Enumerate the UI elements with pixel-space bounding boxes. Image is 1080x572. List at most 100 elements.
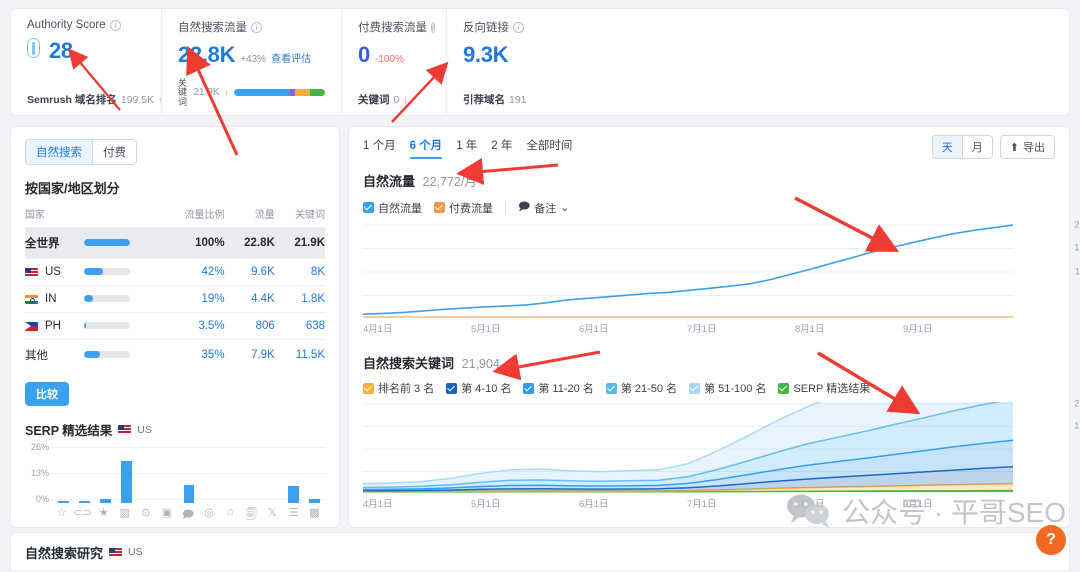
export-icon: ⬆ [1009, 141, 1019, 154]
link-icon[interactable]: ⊂⊃ [72, 506, 93, 525]
keywords-value[interactable]: 8K [274, 258, 325, 286]
table-row[interactable]: 全世界 100% 22.8K 21.9K [25, 227, 325, 259]
legend-11-20-label: 第 11-20 名 [538, 383, 594, 395]
range-6-months[interactable]: 6 个月 [409, 137, 443, 159]
traffic-value[interactable]: 806 [224, 312, 275, 340]
traffic-value[interactable]: 4.4K [224, 285, 275, 313]
legend-serp-features[interactable]: SERP 精选结果 [778, 380, 870, 396]
export-button[interactable]: ⬆ 导出 [999, 135, 1055, 159]
paid-traffic-value-row: 0 -100% [358, 42, 430, 68]
organic-traffic-chart-label: 自然流量 [363, 174, 416, 189]
paid-traffic-title: 付费搜索流量 i [358, 19, 435, 35]
compare-button[interactable]: 比较 [25, 382, 69, 406]
video-icon[interactable]: ⊙ [135, 506, 156, 525]
country-name: PH [45, 320, 61, 332]
flag-us-icon [118, 425, 132, 434]
view-estimate-link[interactable]: 查看评估 [271, 50, 311, 65]
info-icon[interactable]: i [513, 21, 524, 33]
organic-keywords-area-chart[interactable]: 21.9K 16.4K 11K 5.5K 0 4月1日 5月1日 6月1日 7月… [363, 399, 1080, 510]
traffic-share-pct: 35% [159, 339, 225, 370]
legend-top3[interactable]: 排名前 3 名 [363, 380, 434, 396]
organic-research-title: 自然搜索研究 [25, 545, 104, 561]
authority-score-card: Authority Score i 28 Semrush 域名排名 199.5K… [11, 9, 163, 115]
legend-organic-traffic[interactable]: 自然流量 [363, 200, 422, 216]
x-tick: 6月1日 [579, 324, 609, 335]
organic-research-country: US [128, 546, 143, 558]
traffic-value: 22.8K [224, 227, 275, 259]
country-distribution-panel: 自然搜索 付费 按国家/地区划分 国家 流量比例 流量 关键词 全世界 100%… [10, 126, 340, 559]
legend-4-10-label: 第 4-10 名 [461, 383, 512, 395]
table-row[interactable]: US 42% 9.6K 8K [25, 258, 325, 286]
traffic-share-pct: 19% [159, 285, 225, 313]
people-also-ask-icon[interactable]: ☰ [283, 506, 304, 525]
tab-paid[interactable]: 付费 [93, 140, 136, 164]
paid-traffic-label: 付费搜索流量 [358, 22, 427, 34]
traffic-value[interactable]: 9.6K [224, 258, 275, 286]
backlinks-card: 反向链接 i 9.3K 引荐域名 191 [446, 9, 566, 115]
image-carousel-icon[interactable]: ▩ [304, 506, 325, 525]
knowledge-panel-icon[interactable]: ⌂ [220, 506, 241, 525]
keywords-value[interactable]: 1.8K [274, 285, 325, 313]
keywords-value[interactable]: 638 [274, 312, 325, 340]
legend-51-100[interactable]: 第 51-100 名 [689, 380, 766, 396]
range-all-time[interactable]: 全部时间 [526, 137, 572, 159]
paid-traffic-value: 0 [358, 42, 370, 67]
paid-down-arrow-icon: ↓ [403, 94, 408, 105]
organic-traffic-line-chart[interactable]: 22.8K 17.1K 11.4K 5.7K 0 4月1日 5月1日 6月1日 … [363, 220, 1080, 335]
featured-snippet-icon[interactable]: ☆ [51, 506, 72, 525]
chart-controls: 天 月 ⬆ 导出 [931, 135, 1055, 159]
range-1-month[interactable]: 1 个月 [363, 137, 396, 159]
table-row[interactable]: PH 3.5% 806 638 [25, 312, 325, 340]
serp-y-tick-0: 0% [35, 494, 49, 504]
local-pack-icon[interactable]: ◎ [199, 506, 220, 525]
country-name: 全世界 [25, 227, 84, 259]
checkbox-checked-icon [778, 382, 790, 394]
traffic-y-axis: 22.8K 17.1K 11.4K 5.7K 0 [1057, 220, 1080, 319]
col-country: 国家 [25, 210, 45, 221]
table-row[interactable]: 其他 35% 7.9K 11.5K [25, 339, 325, 370]
keywords-distribution-bar[interactable] [234, 89, 325, 97]
traffic-share-bar [83, 339, 160, 370]
faq-icon[interactable]: 🗩 [177, 506, 198, 525]
checkbox-checked-icon [689, 382, 701, 394]
table-row[interactable]: IN 19% 4.4K 1.8K [25, 285, 325, 313]
notes-dropdown[interactable]: 🗩 备注 ⌄ [518, 198, 569, 217]
range-1-year[interactable]: 1 年 [456, 137, 477, 159]
legend-21-50-label: 第 21-50 名 [620, 383, 678, 395]
x-tick: 9月1日 [903, 324, 933, 335]
legend-21-50[interactable]: 第 21-50 名 [605, 380, 678, 396]
semrush-rank-label: Semrush 域名排名 [27, 94, 117, 106]
tab-organic[interactable]: 自然搜索 [26, 140, 93, 164]
reviews-star-icon[interactable]: ★ [93, 506, 114, 525]
notes-label: 备注 [534, 202, 557, 215]
y-tick: 16.4K [1074, 420, 1080, 432]
note-icon: 🗩 [518, 201, 531, 213]
sitelinks-icon[interactable]: 🗐 [241, 506, 262, 525]
charts-panel: 1 个月 6 个月 1 年 2 年 全部时间 天 月 ⬆ 导出 自然流量 22,… [348, 126, 1080, 528]
semrush-rank-footer: Semrush 域名排名 199.5K ↑ [27, 92, 163, 107]
checkbox-checked-icon [363, 202, 374, 213]
twitter-icon[interactable]: 𝕏 [262, 506, 283, 525]
organic-traffic-delta: +43% [240, 54, 267, 65]
image-pack-icon[interactable]: ▨ [114, 506, 135, 525]
legend-4-10[interactable]: 第 4-10 名 [446, 380, 511, 396]
video-carousel-icon[interactable]: ▣ [156, 506, 177, 525]
keywords-legend: 排名前 3 名 第 4-10 名 第 11-20 名 第 21-50 名 第 5… [363, 380, 1055, 396]
keywords-count: 21.9K [193, 87, 220, 99]
flag-us-icon [25, 267, 38, 277]
legend-11-20[interactable]: 第 11-20 名 [523, 380, 594, 396]
legend-paid-traffic[interactable]: 付费流量 [434, 200, 493, 216]
toggle-month[interactable]: 月 [962, 136, 992, 158]
range-2-years[interactable]: 2 年 [491, 137, 512, 159]
help-button[interactable]: ? [1036, 525, 1066, 555]
backlinks-label: 反向链接 [463, 22, 509, 34]
legend-paid-label: 付费流量 [449, 202, 493, 215]
info-icon[interactable]: i [109, 19, 121, 31]
traffic-type-tabs: 自然搜索 付费 [25, 139, 137, 165]
paid-keywords-footer: 关键词 0 ↓ [358, 92, 430, 107]
info-icon[interactable]: i [251, 21, 262, 33]
x-tick: 6月1日 [579, 499, 609, 510]
info-icon[interactable]: i [431, 21, 435, 33]
organic-traffic-value: 22.8K [178, 42, 236, 67]
toggle-day[interactable]: 天 [932, 136, 963, 158]
